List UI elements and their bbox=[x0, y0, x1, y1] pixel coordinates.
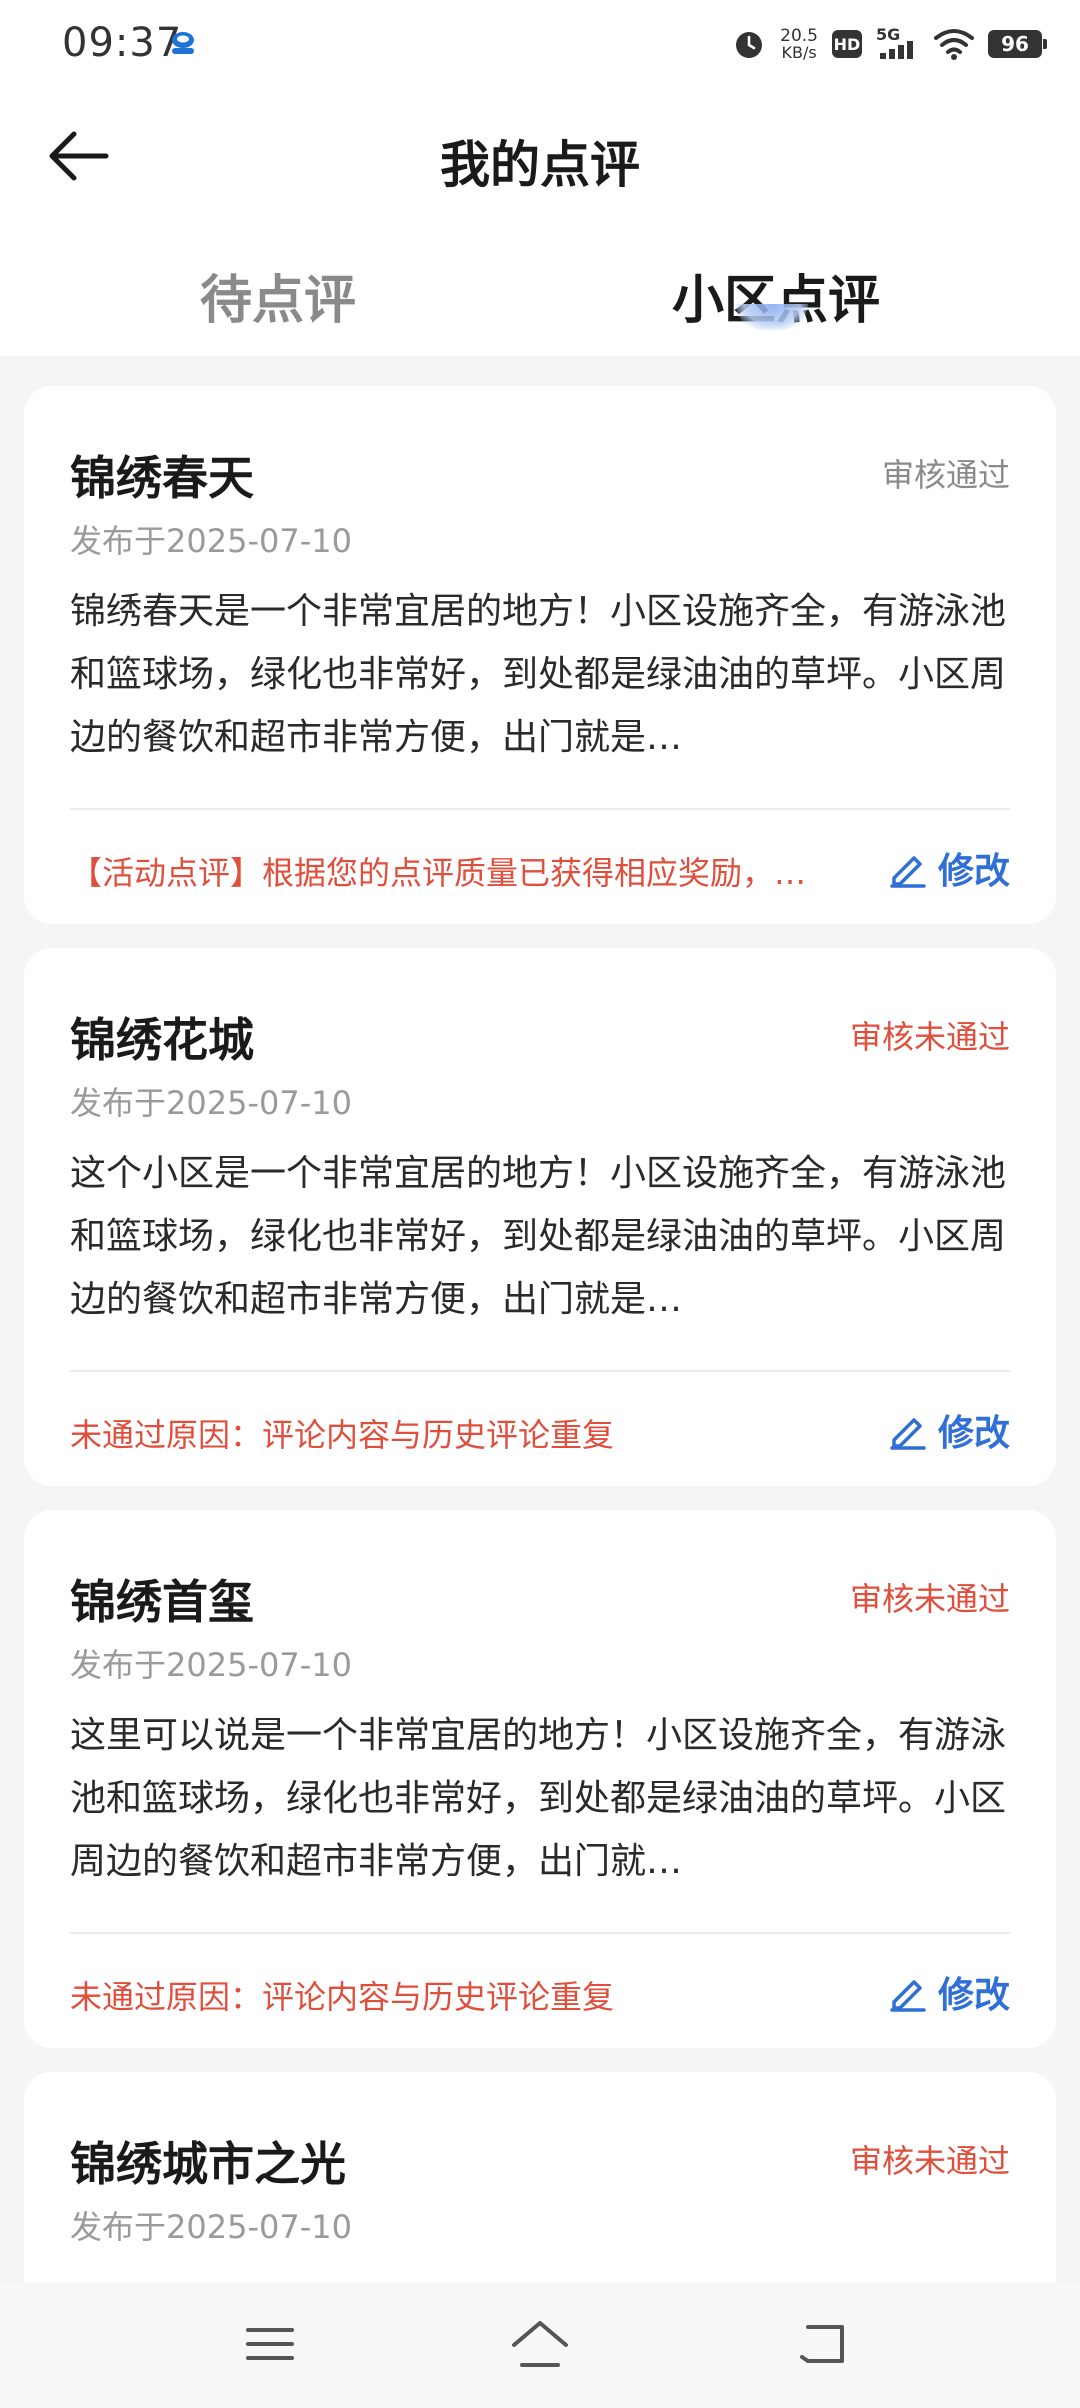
menu-icon bbox=[246, 2328, 294, 2360]
edit-review-button[interactable]: 修改 bbox=[888, 842, 1010, 894]
edit-review-button[interactable]: 修改 bbox=[888, 1404, 1010, 1456]
back-icon bbox=[800, 2325, 844, 2363]
rejection-reason: 未通过原因：评论内容与历史评论重复 bbox=[70, 1978, 615, 2016]
review-status-badge: 审核通过 bbox=[881, 456, 1010, 494]
edit-label: 修改 bbox=[937, 1975, 1010, 2016]
alarm-icon bbox=[736, 32, 763, 58]
system-nav-bar bbox=[0, 2282, 1080, 2408]
cell-signal-icon: 5G bbox=[876, 25, 920, 61]
edit-label: 修改 bbox=[937, 1413, 1010, 1454]
battery-icon: 96 bbox=[988, 30, 1047, 58]
review-community-name: 锦绣首玺 bbox=[70, 1575, 254, 1629]
review-community-name: 锦绣花城 bbox=[70, 1013, 254, 1067]
status-time: 09:37 bbox=[62, 20, 183, 66]
status-icons: 20.5 KB/s HD 5G 96 bbox=[732, 22, 1047, 66]
card-divider bbox=[70, 1932, 1010, 1934]
page-title: 我的点评 bbox=[440, 136, 640, 194]
review-card: 锦绣春天 审核通过 发布于2025-07-10 锦绣春天是一个非常宜居的地方！小… bbox=[24, 386, 1056, 924]
review-card: 锦绣花城 审核未通过 发布于2025-07-10 这个小区是一个非常宜居的地方！… bbox=[24, 948, 1056, 1486]
review-date: 发布于2025-07-10 bbox=[70, 2208, 352, 2246]
reward-note[interactable]: 【活动点评】根据您的点评质量已获得相应奖励，… bbox=[70, 848, 890, 894]
home-icon bbox=[512, 2321, 568, 2367]
network-speed: 20.5 KB/s bbox=[780, 25, 818, 62]
edit-label: 修改 bbox=[937, 851, 1010, 892]
top-section: 09:37 20.5 KB/s HD 5G 96 我的点评 待点评 小区点评 bbox=[0, 0, 1080, 356]
edit-pencil-icon bbox=[890, 1980, 926, 2012]
edit-review-button[interactable]: 修改 bbox=[888, 1966, 1010, 2018]
review-date: 发布于2025-07-10 bbox=[70, 1084, 352, 1122]
network-speed-value: 20.5 bbox=[780, 25, 818, 46]
review-date: 发布于2025-07-10 bbox=[70, 1646, 352, 1684]
review-status-badge: 审核未通过 bbox=[849, 2142, 1010, 2180]
app-notification-icon bbox=[172, 32, 194, 54]
home-button[interactable] bbox=[500, 2304, 580, 2384]
review-status-badge: 审核未通过 bbox=[849, 1580, 1010, 1618]
wifi-icon bbox=[934, 29, 974, 60]
edit-pencil-icon bbox=[890, 856, 926, 888]
review-community-name: 锦绣城市之光 bbox=[70, 2137, 346, 2191]
screen: 09:37 20.5 KB/s HD 5G 96 我的点评 待点评 小区点评 锦… bbox=[0, 0, 1080, 2408]
network-speed-unit: KB/s bbox=[781, 42, 817, 62]
tab-pending-review[interactable]: 待点评 bbox=[200, 258, 356, 333]
card-divider bbox=[70, 808, 1010, 810]
review-content[interactable]: 锦绣春天是一个非常宜居的地方！小区设施齐全，有游泳池和篮球场，绿化也非常好，到处… bbox=[70, 580, 1030, 770]
edit-pencil-icon bbox=[890, 1418, 926, 1450]
hd-icon: HD bbox=[832, 30, 862, 58]
review-community-name: 锦绣春天 bbox=[70, 451, 254, 505]
review-date: 发布于2025-07-10 bbox=[70, 522, 352, 560]
status-bar: 09:37 20.5 KB/s HD 5G 96 bbox=[0, 0, 1080, 86]
review-content[interactable]: 这里可以说是一个非常宜居的地方！小区设施齐全，有游泳池和篮球场，绿化也非常好，到… bbox=[70, 1704, 1030, 1894]
review-card: 锦绣首玺 审核未通过 发布于2025-07-10 这里可以说是一个非常宜居的地方… bbox=[24, 1510, 1056, 2048]
back-nav-button[interactable] bbox=[784, 2304, 864, 2384]
card-divider bbox=[70, 1370, 1010, 1372]
rejection-reason: 未通过原因：评论内容与历史评论重复 bbox=[70, 1416, 615, 1454]
review-content[interactable]: 这个小区是一个非常宜居的地方！小区设施齐全，有游泳池和篮球场，绿化也非常好，到处… bbox=[70, 1142, 1030, 1332]
review-status-badge: 审核未通过 bbox=[849, 1018, 1010, 1056]
menu-button[interactable] bbox=[230, 2304, 310, 2384]
